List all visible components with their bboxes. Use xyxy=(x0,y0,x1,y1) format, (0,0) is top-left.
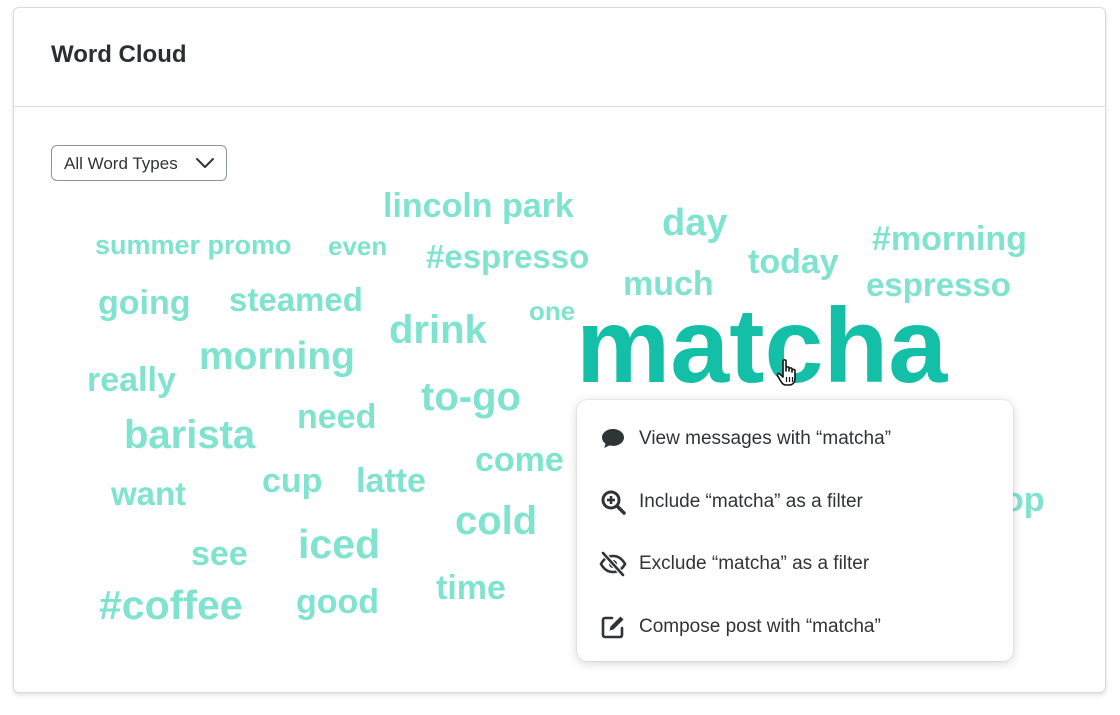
word-cloud-card: Word Cloud All Word Types lincoln park d… xyxy=(13,7,1106,693)
word-morning[interactable]: morning xyxy=(199,337,355,376)
word-iced[interactable]: iced xyxy=(298,524,380,565)
word-cold[interactable]: cold xyxy=(455,501,537,541)
menu-item-compose-post[interactable]: Compose post with “matcha” xyxy=(577,601,1013,651)
word-see[interactable]: see xyxy=(191,537,248,571)
menu-item-exclude-filter[interactable]: Exclude “matcha” as a filter xyxy=(577,538,1013,588)
word-really[interactable]: really xyxy=(87,363,176,397)
word-time[interactable]: time xyxy=(436,571,506,605)
eye-slash-icon xyxy=(599,550,627,578)
menu-item-view-messages[interactable]: View messages with “matcha” xyxy=(577,413,1013,463)
word-matcha[interactable]: matcha xyxy=(576,293,947,399)
word-come[interactable]: come xyxy=(475,443,564,477)
word-steamed[interactable]: steamed xyxy=(229,283,363,316)
word-latte[interactable]: latte xyxy=(356,464,426,498)
menu-item-label: View messages with “matcha” xyxy=(639,428,892,449)
menu-item-label: Include “matcha” as a filter xyxy=(639,491,863,512)
menu-item-label: Compose post with “matcha” xyxy=(639,616,881,637)
word-want[interactable]: want xyxy=(111,477,186,510)
word-one[interactable]: one xyxy=(529,298,575,324)
word-cup[interactable]: cup xyxy=(262,464,322,498)
word-hashtag-espresso[interactable]: #espresso xyxy=(426,240,589,273)
word-day[interactable]: day xyxy=(662,204,727,242)
word-to-go[interactable]: to-go xyxy=(421,377,521,417)
word-going[interactable]: going xyxy=(98,286,191,320)
menu-item-label: Exclude “matcha” as a filter xyxy=(639,553,870,574)
word-today[interactable]: today xyxy=(748,245,839,279)
word-good[interactable]: good xyxy=(296,585,379,619)
word-summer-promo[interactable]: summer promo xyxy=(95,232,292,259)
zoom-in-icon xyxy=(601,490,626,515)
word-drink[interactable]: drink xyxy=(389,310,487,350)
menu-item-include-filter[interactable]: Include “matcha” as a filter xyxy=(577,476,1013,526)
word-need[interactable]: need xyxy=(297,400,376,434)
hand-cursor-icon xyxy=(776,359,796,386)
compose-icon xyxy=(601,616,624,639)
word-hashtag-coffee[interactable]: #coffee xyxy=(99,585,243,626)
chat-bubble-icon xyxy=(602,429,624,448)
word-hashtag-morning[interactable]: #morning xyxy=(872,222,1027,256)
word-lincoln-park[interactable]: lincoln park xyxy=(383,189,574,223)
word-context-menu: View messages with “matcha” Include “mat… xyxy=(577,400,1013,661)
word-barista[interactable]: barista xyxy=(124,415,255,455)
word-even[interactable]: even xyxy=(328,233,387,259)
